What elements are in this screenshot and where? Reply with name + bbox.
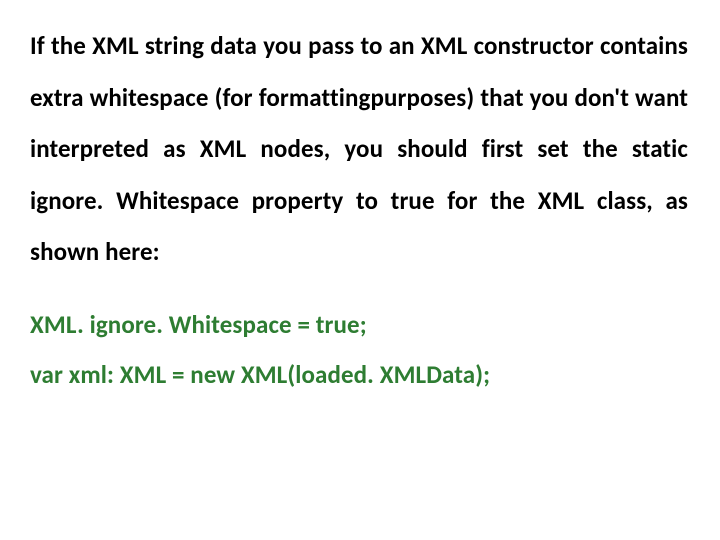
document-page: If the XML string data you pass to an XM… [0,0,720,540]
body-paragraph: If the XML string data you pass to an XM… [30,20,688,278]
code-line-1: XML. ignore. Whitespace = true; [30,300,688,350]
code-line-2: var xml: XML = new XML(loaded. XMLData); [30,350,688,400]
code-block: XML. ignore. Whitespace = true; var xml:… [30,300,688,400]
